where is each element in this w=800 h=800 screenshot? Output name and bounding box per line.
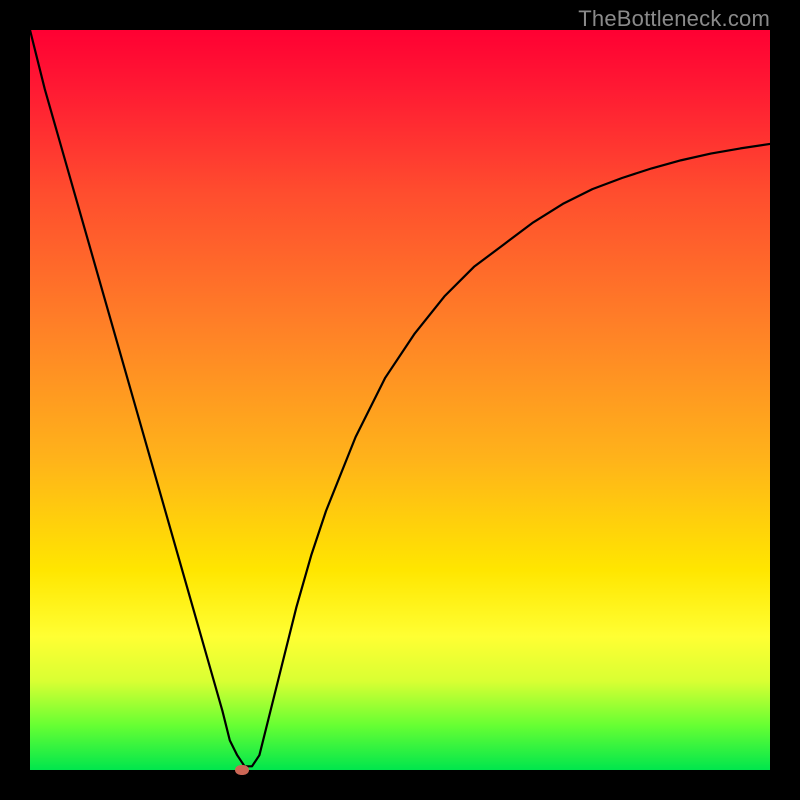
plot-area <box>30 30 770 770</box>
watermark-text: TheBottleneck.com <box>578 6 770 32</box>
chart-frame: TheBottleneck.com <box>0 0 800 800</box>
bottleneck-curve <box>30 30 770 770</box>
optimal-point-marker <box>235 765 249 775</box>
